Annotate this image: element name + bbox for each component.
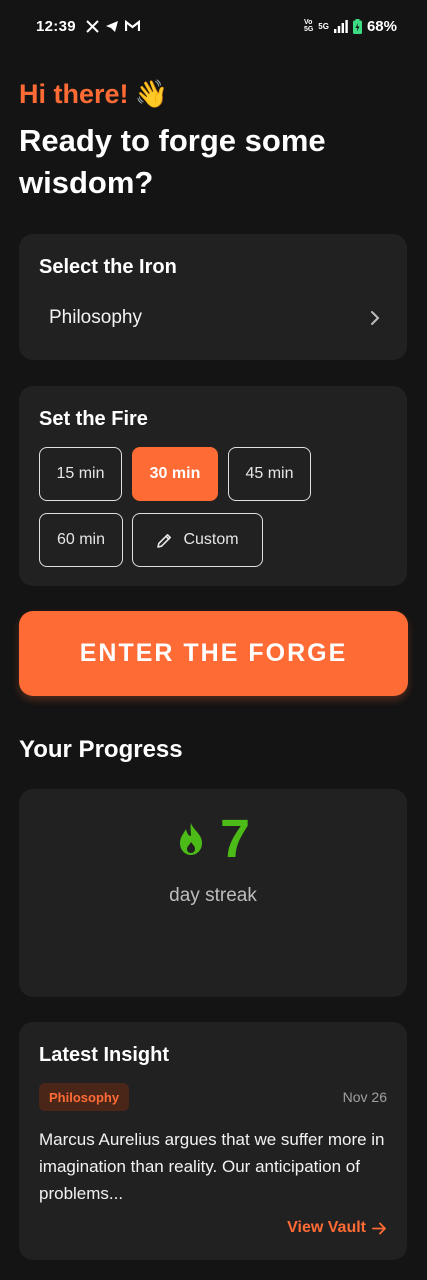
- signal-icon: [333, 19, 348, 33]
- greeting-text: Hi there!: [19, 78, 129, 109]
- greeting: Hi there! 👋: [19, 78, 168, 110]
- iron-card: Select the Iron Philosophy: [19, 234, 407, 360]
- chevron-right-icon: [371, 311, 380, 325]
- enter-forge-button[interactable]: ENTER THE FORGE: [19, 611, 408, 696]
- insight-date: Nov 26: [342, 1089, 387, 1105]
- custom-duration-label: Custom: [183, 531, 239, 548]
- custom-duration-button[interactable]: Custom: [132, 513, 263, 567]
- duration-chip-45[interactable]: 45 min: [228, 447, 311, 501]
- topic-selector[interactable]: Philosophy: [39, 296, 389, 340]
- waving-hand-icon: 👋: [134, 79, 169, 109]
- insight-card-title: Latest Insight: [39, 1044, 170, 1066]
- network-type-label: 5G: [318, 21, 329, 31]
- streak-label: day streak: [169, 885, 257, 906]
- duration-chip-60[interactable]: 60 min: [39, 513, 123, 567]
- iron-card-title: Select the Iron: [39, 256, 177, 278]
- insight-category-badge: Philosophy: [39, 1083, 130, 1111]
- status-time: 12:39: [36, 17, 76, 35]
- view-vault-link[interactable]: View Vault: [287, 1219, 387, 1237]
- status-left: 12:39: [36, 18, 140, 35]
- progress-section-title: Your Progress: [19, 736, 183, 763]
- duration-chip-15[interactable]: 15 min: [39, 447, 122, 501]
- arrow-right-icon: [372, 1222, 386, 1234]
- fire-card-title: Set the Fire: [39, 408, 148, 430]
- gmail-icon: [124, 20, 140, 31]
- status-right: Vo 5G 5G 68%: [304, 18, 397, 35]
- volte-indicator: Vo 5G: [303, 19, 314, 33]
- duration-chip-30[interactable]: 30 min: [132, 447, 218, 501]
- battery-percent: 68%: [366, 17, 397, 35]
- flame-icon: [179, 823, 202, 855]
- telegram-icon: [105, 20, 118, 32]
- progress-card: 7 day streak: [19, 789, 407, 997]
- insight-card: Latest Insight Philosophy Nov 26 Marcus …: [19, 1022, 407, 1260]
- view-vault-label: View Vault: [287, 1219, 366, 1236]
- fire-card: Set the Fire 15 min 30 min 45 min 60 min…: [19, 386, 407, 586]
- streak-count: 7: [219, 809, 251, 869]
- insight-text: Marcus Aurelius argues that we suffer mo…: [39, 1130, 385, 1203]
- status-bar: 12:39 Vo 5G 5G 68%: [0, 0, 427, 52]
- streak-row: 7: [19, 811, 407, 867]
- pencil-icon: [157, 533, 172, 548]
- page-title: Ready to forge some wisdom?: [19, 123, 326, 200]
- topic-selected-value: Philosophy: [49, 307, 142, 328]
- notification-icons: [86, 19, 140, 33]
- battery-charging-icon: [352, 18, 362, 34]
- x-app-icon: [86, 19, 99, 33]
